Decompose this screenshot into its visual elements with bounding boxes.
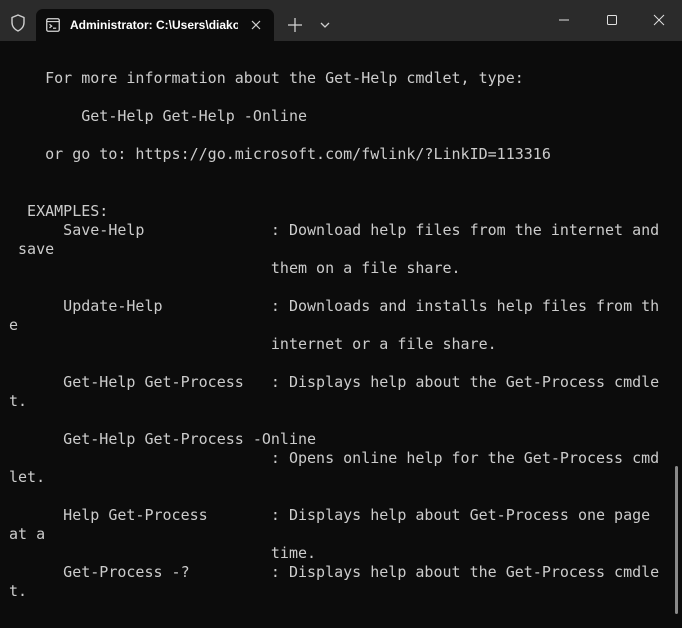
maximize-icon xyxy=(607,15,617,25)
terminal-line: internet or a file share. xyxy=(9,335,497,353)
terminal-line: Save-Help : Download help files from the… xyxy=(9,221,660,239)
terminal-window: Administrator: C:\Users\diako For more i… xyxy=(0,0,682,628)
plus-icon[interactable] xyxy=(283,13,307,37)
close-window-button[interactable] xyxy=(636,0,682,41)
terminal-output[interactable]: For more information about the Get-Help … xyxy=(0,41,682,628)
terminal-line: Get-Help Get-Process -Online xyxy=(9,430,317,448)
terminal-icon xyxy=(46,18,60,32)
terminal-line: or go to: https://go.microsoft.com/fwlin… xyxy=(9,145,551,163)
tab-administrator[interactable]: Administrator: C:\Users\diako xyxy=(36,9,274,41)
chevron-down-icon[interactable] xyxy=(314,13,336,37)
title-bar: Administrator: C:\Users\diako xyxy=(0,0,682,41)
terminal-line: e xyxy=(9,316,19,334)
scrollbar-thumb[interactable] xyxy=(675,466,678,614)
terminal-line: let. xyxy=(9,468,46,486)
minimize-button[interactable] xyxy=(541,0,587,41)
terminal-line: Update-Help : Downloads and installs hel… xyxy=(9,297,660,315)
terminal-line: Get-Help Get-Process : Displays help abo… xyxy=(9,373,660,391)
tab-title: Administrator: C:\Users\diako xyxy=(70,18,238,32)
terminal-line: them on a file share. xyxy=(9,259,461,277)
terminal-line: Get-Process -? : Displays help about the… xyxy=(9,563,660,581)
terminal-line: Get-Help Get-Help -Online xyxy=(9,107,308,125)
terminal-line: t. xyxy=(9,392,28,410)
terminal-line: time. xyxy=(9,544,317,562)
terminal-line: For more information about the Get-Help … xyxy=(9,69,524,87)
close-icon xyxy=(653,14,665,26)
close-icon[interactable] xyxy=(248,17,264,33)
maximize-button[interactable] xyxy=(589,0,635,41)
shield-icon xyxy=(8,13,28,33)
terminal-line: EXAMPLES: xyxy=(9,202,109,220)
minimize-icon xyxy=(559,19,569,21)
terminal-line: Help Get-Process : Displays help about G… xyxy=(9,506,651,524)
terminal-line: t. xyxy=(9,582,28,600)
terminal-line: save xyxy=(9,240,55,258)
terminal-line: at a xyxy=(9,525,46,543)
terminal-line: : Opens online help for the Get-Process … xyxy=(9,449,660,467)
